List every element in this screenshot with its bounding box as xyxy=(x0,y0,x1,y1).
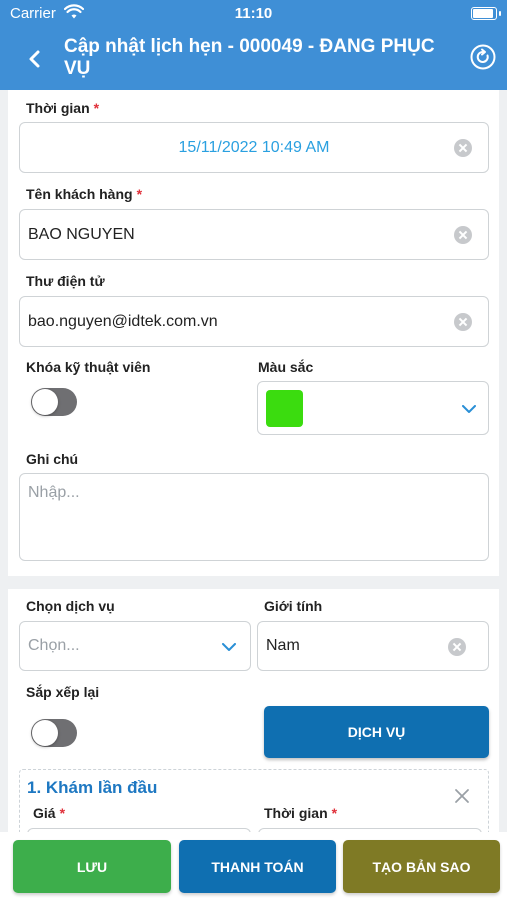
header: Cập nhật lịch hẹn - 000049 - ĐANG PHỤC V… xyxy=(0,28,507,90)
appointment-form: Thời gian * 15/11/2022 10:49 AM Tên khách… xyxy=(8,90,499,576)
services-section: Chọn dịch vụ Chọn... Giới tính Nam Sắp x… xyxy=(8,589,499,868)
gender-label: Giới tính xyxy=(264,598,323,614)
time-label: Thời gian * xyxy=(26,100,100,116)
close-icon[interactable] xyxy=(454,788,470,804)
duplicate-button[interactable]: TẠO BẢN SAO xyxy=(343,840,500,893)
clear-icon[interactable] xyxy=(454,226,472,244)
battery-icon xyxy=(471,7,501,20)
service-item-title: 1. Khám lần đầu xyxy=(27,778,158,797)
clock: 11:10 xyxy=(234,5,273,22)
color-swatch xyxy=(266,390,303,427)
clear-icon[interactable] xyxy=(454,139,472,157)
gender-select[interactable]: Nam xyxy=(257,621,489,671)
color-select[interactable] xyxy=(257,381,489,435)
clear-icon[interactable] xyxy=(454,313,472,331)
email-value: bao.nguyen@idtek.com.vn xyxy=(28,312,218,330)
note-placeholder: Nhập... xyxy=(28,484,80,501)
page-title: Cập nhật lịch hẹn - 000049 - ĐANG PHỤC V… xyxy=(64,36,435,79)
refresh-icon[interactable] xyxy=(469,43,497,71)
note-label: Ghi chú xyxy=(26,451,79,467)
color-label: Màu sắc xyxy=(258,359,314,375)
gender-value: Nam xyxy=(266,637,300,654)
customer-name-value: BAO NGUYEN xyxy=(28,225,135,243)
pay-button[interactable]: THANH TOÁN xyxy=(179,840,336,893)
chevron-left-icon[interactable] xyxy=(20,44,50,74)
reorder-toggle[interactable] xyxy=(31,719,77,747)
email-label: Thư điện tử xyxy=(26,273,105,289)
time-field[interactable]: 15/11/2022 10:49 AM xyxy=(19,122,489,173)
reorder-label: Sắp xếp lại xyxy=(26,684,100,700)
chevron-down-icon xyxy=(462,405,476,413)
customer-name-field[interactable]: BAO NGUYEN xyxy=(19,209,489,260)
email-field[interactable]: bao.nguyen@idtek.com.vn xyxy=(19,296,489,347)
bottom-action-bar: LƯU THANH TOÁN TẠO BẢN SAO xyxy=(0,832,507,900)
chevron-down-icon xyxy=(222,643,236,651)
save-button[interactable]: LƯU xyxy=(13,840,171,893)
choose-service-label: Chọn dịch vụ xyxy=(26,598,115,614)
choose-service-select[interactable]: Chọn... xyxy=(19,621,251,671)
lock-technician-toggle[interactable] xyxy=(31,388,77,416)
choose-service-placeholder: Chọn... xyxy=(28,637,80,654)
service-time-label: Thời gian * xyxy=(264,805,338,821)
time-value: 15/11/2022 10:49 AM xyxy=(178,138,330,156)
status-bar: Carrier 11:10 xyxy=(0,0,507,28)
lock-technician-label: Khóa kỹ thuật viên xyxy=(26,359,151,375)
clear-icon[interactable] xyxy=(448,638,466,656)
price-label: Giá * xyxy=(33,805,66,821)
customer-name-label: Tên khách hàng * xyxy=(26,186,143,202)
service-button[interactable]: DỊCH VỤ xyxy=(264,706,489,758)
note-textarea[interactable]: Nhập... xyxy=(19,473,489,561)
